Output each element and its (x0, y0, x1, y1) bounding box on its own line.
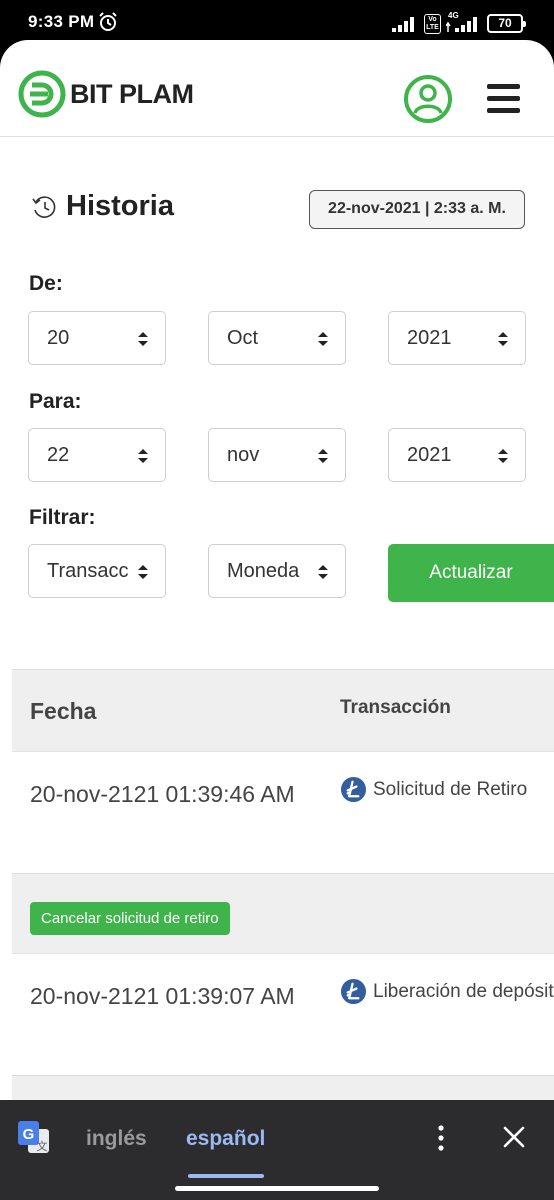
filter-label: Filtrar: (29, 506, 96, 529)
table-row: 20-nov-2121 01:39:07 AM Liberación de de… (12, 953, 554, 1075)
row-date: 20-nov-2121 01:39:07 AM (30, 983, 295, 1009)
header: BIT PLAM (0, 40, 554, 137)
row-date: 20-nov-2121 01:39:46 AM (30, 781, 295, 807)
from-label: De: (29, 272, 63, 295)
table-header: Fecha Transacción (12, 669, 554, 751)
user-account-icon[interactable] (403, 74, 453, 124)
active-tab-indicator (188, 1174, 264, 1178)
page-title: Historia (66, 190, 174, 222)
select-arrows-icon (318, 565, 328, 579)
column-header-transaction: Transacción (340, 697, 451, 718)
select-arrows-icon (498, 332, 508, 346)
svg-text:文: 文 (37, 1139, 48, 1153)
to-month-select[interactable]: nov (208, 428, 346, 482)
table-row-actions: Cancelar solicitud de retiro (12, 873, 554, 953)
page-title-row: Historia (30, 190, 174, 223)
select-arrows-icon (498, 449, 508, 463)
history-table: Fecha Transacción 20-nov-2121 01:39:46 A… (12, 669, 554, 1100)
close-icon[interactable] (503, 1126, 525, 1148)
gesture-handle (175, 1186, 379, 1191)
litecoin-icon (340, 978, 367, 1005)
column-header-date: Fecha (30, 698, 97, 724)
current-datetime: 22-nov-2021 | 2:33 a. M. (309, 190, 525, 229)
select-arrows-icon (318, 449, 328, 463)
to-label: Para: (29, 390, 82, 413)
row-transaction: Liberación de depósito (340, 978, 554, 1005)
to-year-select[interactable]: 2021 (388, 428, 526, 482)
app-window: BIT PLAM Historia 22-nov-2021 | 2:33 a. … (0, 40, 554, 1100)
update-button[interactable]: Actualizar (388, 544, 554, 602)
cancel-withdrawal-button[interactable]: Cancelar solicitud de retiro (30, 902, 230, 935)
history-clock-icon (32, 195, 56, 218)
source-language-tab[interactable]: inglés (86, 1127, 147, 1151)
currency-select[interactable]: Moneda (208, 544, 346, 598)
select-arrows-icon (318, 332, 328, 346)
to-day-select[interactable]: 22 (28, 428, 166, 482)
table-row-actions (12, 1075, 554, 1100)
volte-badge: Vo LTE (424, 14, 441, 34)
select-arrows-icon (138, 332, 148, 346)
from-day-select[interactable]: 20 (28, 311, 166, 365)
transaction-label: Solicitud de Retiro (373, 778, 528, 800)
from-month-select[interactable]: Oct (208, 311, 346, 365)
signal-icon (392, 17, 414, 32)
logo[interactable]: BIT PLAM (18, 70, 194, 118)
more-vert-icon[interactable] (432, 1124, 450, 1152)
transaction-label: Liberación de depósito (373, 980, 554, 1002)
svg-text:G: G (23, 1126, 35, 1143)
table-row: 20-nov-2121 01:39:46 AM Solicitud de Ret… (12, 751, 554, 873)
battery-icon: 70 (487, 14, 526, 33)
google-translate-icon[interactable]: G 文 (18, 1121, 50, 1155)
litecoin-icon (340, 776, 367, 803)
transaction-type-select[interactable]: Transacción (28, 544, 166, 598)
select-arrows-icon (138, 449, 148, 463)
target-language-tab[interactable]: español (186, 1127, 265, 1151)
alarm-icon (99, 12, 117, 31)
status-time: 9:33 PM (28, 12, 95, 31)
brand-name: BIT PLAM (70, 78, 194, 109)
hamburger-menu-icon[interactable] (487, 84, 521, 114)
translate-bar: G 文 inglés español (0, 1100, 554, 1200)
row-transaction: Solicitud de Retiro (340, 776, 527, 803)
signal-icon-2 (446, 17, 477, 32)
from-year-select[interactable]: 2021 (388, 311, 526, 365)
select-arrows-icon (138, 565, 148, 579)
logo-icon (18, 70, 66, 118)
